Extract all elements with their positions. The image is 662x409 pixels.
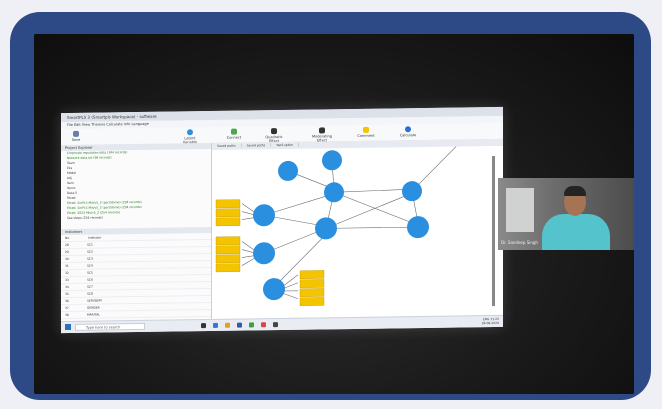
system-tray[interactable]: ENG 11:22 28-08-2020 [482,317,499,325]
row-indicator: SERVDEM [87,298,102,303]
latent-node[interactable] [402,181,422,202]
latent-node[interactable] [322,150,342,171]
taskbar-search-input[interactable]: Type here to search [75,322,145,331]
latent-node[interactable] [407,216,429,239]
indicators-table: 28 SC1 29 SC2 30 SC3 31 SC4 32 SC5 33 SC6 34 SC7 35 SC8… [61,239,211,320]
participant-hair [564,186,586,196]
latent-node[interactable] [278,160,298,181]
tab-yap1[interactable]: Yap1.splsm [271,142,300,148]
mail-icon[interactable] [237,322,242,328]
app-icon[interactable] [273,322,278,328]
row-indicator: SC3 [87,256,93,261]
column-header-indicator: Indicator [87,235,102,240]
chrome-icon[interactable] [261,322,266,328]
save-button[interactable]: Save [63,130,89,143]
explorer-item[interactable]: See steps (254 records) [61,214,211,221]
latent-node[interactable] [253,242,275,265]
room-photo: SmartPLS 3 (Smartpls Workspace) - softwa… [34,34,634,394]
comment-icon [363,126,369,133]
connect-button[interactable]: Connect [221,128,247,140]
save-icon [73,130,79,137]
indicator-box[interactable] [299,279,325,288]
row-number: 38 [65,312,69,318]
row-number: 31 [65,263,69,269]
quadratic-effect-icon [271,128,277,135]
indicator-box[interactable] [215,236,241,246]
row-indicator: SC8 [87,291,93,296]
windows-start-icon[interactable] [65,323,71,331]
calculate-button[interactable]: Calculate [395,126,421,138]
video-call-tile[interactable]: Dr. Sandeep Singh [498,178,634,250]
latent-variable-button[interactable]: Latent Variable [177,129,203,144]
indicator-box[interactable] [299,270,325,279]
project-explorer-tree: Corporate reputation data (344 records) N… [61,149,211,221]
row-indicator: SC5 [87,270,93,275]
participant-body [542,214,610,250]
row-number: 32 [65,270,69,276]
row-indicator: GENDER [87,305,100,310]
indicator-box[interactable] [215,254,241,264]
path-model-diagram [215,140,495,307]
video-shelf [506,188,534,232]
row-number: 35 [65,291,69,297]
indicator-box[interactable] [299,297,325,306]
indicator-box[interactable] [215,263,241,273]
participant-name: Dr. Sandeep Singh [501,240,538,245]
latent-node[interactable] [253,204,275,227]
row-number: 34 [65,284,69,290]
indicator-box[interactable] [215,217,241,227]
row-indicator: SC4 [87,263,93,268]
row-number: 30 [65,256,69,262]
row-number: 33 [65,277,69,283]
edge-icon[interactable] [213,322,218,328]
tab-saved-paths-2[interactable]: Saved paths [241,143,272,148]
file-explorer-icon[interactable] [225,322,230,328]
latent-variable-icon [187,129,193,136]
latent-node[interactable] [324,182,344,203]
indicators-panel: Indicators No. Indicator 28 SC1 29 SC2 30 SC3… [61,226,211,320]
left-panel: Project Explorer Corporate reputation da… [61,142,212,322]
indicator-box[interactable] [215,208,241,218]
task-view-icon[interactable] [201,323,206,329]
row-indicator: MARITAL [87,312,100,317]
moderating-effect-button[interactable]: Moderating Effect [309,127,335,143]
moderating-effect-icon [319,127,325,134]
tab-saved-paths-1[interactable]: Saved paths [212,143,242,148]
clock-date: 28-08-2020 [481,320,499,326]
row-indicator: SC2 [87,249,93,254]
table-row[interactable]: 38 MARITAL [61,309,211,320]
projected-screen: SmartPLS 3 (Smartpls Workspace) - softwa… [61,106,503,334]
row-indicator: SC7 [87,284,93,289]
latent-node[interactable] [315,217,337,240]
row-number: 28 [65,242,69,248]
calculate-icon [405,126,411,133]
row-indicator: SC1 [87,242,93,247]
row-number: 29 [65,249,69,255]
indicator-box[interactable] [215,199,241,209]
connect-icon [231,128,237,135]
canvas-scrollbar[interactable] [492,156,495,307]
indicator-box[interactable] [299,288,325,297]
app-icon[interactable] [249,322,254,328]
latent-node[interactable] [263,278,285,301]
quadratic-effect-button[interactable]: Quadratic Effect [261,128,287,143]
column-header-no: No. [65,235,70,241]
indicator-box[interactable] [215,245,241,255]
model-canvas[interactable] [212,140,503,319]
comment-button[interactable]: Comment [353,126,379,139]
row-number: 37 [65,305,69,311]
row-indicator: SC6 [87,277,93,282]
row-number: 36 [65,298,69,304]
